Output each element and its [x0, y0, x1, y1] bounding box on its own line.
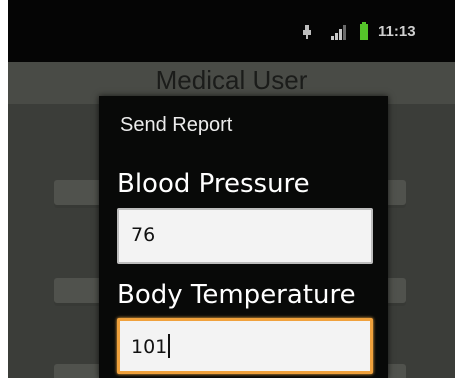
body-temperature-label: Body Temperature [117, 280, 356, 310]
app-title: Medical User [155, 65, 308, 95]
blood-pressure-label: Blood Pressure [117, 169, 310, 199]
phone-screen: 11:13 Medical User Send Report Blood Pre… [8, 0, 455, 378]
body-temperature-value: 101 [131, 336, 168, 358]
status-bar: 11:13 [8, 0, 455, 62]
battery-icon [360, 22, 368, 40]
dialog-title: Send Report [120, 114, 233, 136]
status-clock: 11:13 [378, 23, 416, 40]
blood-pressure-value: 76 [131, 224, 156, 246]
send-report-dialog: Send Report Blood Pressure 76 Body Tempe… [99, 96, 388, 378]
signal-icon [331, 25, 346, 40]
text-cursor [168, 334, 171, 358]
usb-icon [303, 25, 311, 39]
blood-pressure-input[interactable]: 76 [117, 208, 373, 264]
body-temperature-input[interactable]: 101 [117, 318, 373, 374]
